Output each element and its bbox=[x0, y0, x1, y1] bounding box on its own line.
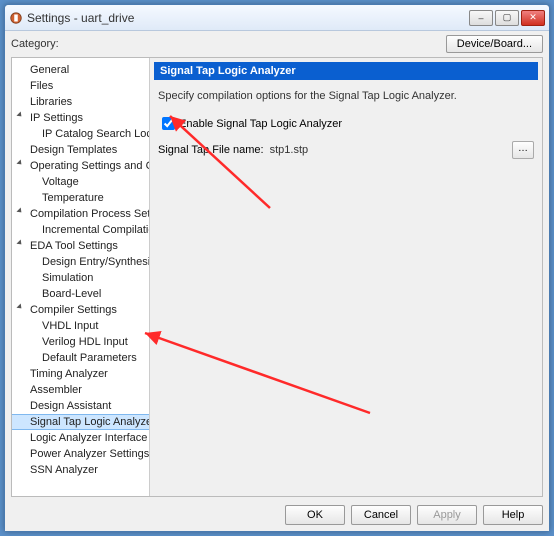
tree-item-label: VHDL Input bbox=[42, 320, 98, 332]
tree-item-label: Libraries bbox=[30, 96, 72, 108]
tree-item-label: Compiler Settings bbox=[30, 304, 117, 316]
tree-item[interactable]: Incremental Compilation bbox=[12, 222, 149, 238]
enable-signaltap-checkbox[interactable] bbox=[162, 117, 175, 130]
tree-item[interactable]: Operating Settings and Conditions bbox=[12, 158, 149, 174]
window-title: Settings - uart_drive bbox=[27, 11, 467, 25]
button-bar: OK Cancel Apply Help bbox=[11, 497, 543, 525]
expand-icon[interactable] bbox=[16, 111, 23, 118]
tree-item-label: Files bbox=[30, 80, 53, 92]
section-description: Specify compilation options for the Sign… bbox=[154, 80, 538, 112]
tree-item[interactable]: IP Catalog Search Locations bbox=[12, 126, 149, 142]
tree-item[interactable]: Compilation Process Settings bbox=[12, 206, 149, 222]
tree-item-label: Temperature bbox=[42, 192, 104, 204]
tree-item-label: Design Templates bbox=[30, 144, 117, 156]
tree-item[interactable]: Power Analyzer Settings bbox=[12, 446, 149, 462]
enable-signaltap-label[interactable]: Enable Signal Tap Logic Analyzer bbox=[179, 118, 342, 130]
tree-item[interactable]: Assembler bbox=[12, 382, 149, 398]
tree-item[interactable]: Design Templates bbox=[12, 142, 149, 158]
content-area: Category: Device/Board... General Files Li… bbox=[5, 31, 549, 531]
file-name-label: Signal Tap File name: bbox=[158, 144, 264, 156]
settings-window: Settings - uart_drive – ▢ ✕ Category: De… bbox=[4, 4, 550, 532]
tree-item-label: Design Entry/Synthesis bbox=[42, 256, 150, 268]
tree-item[interactable]: Design Assistant bbox=[12, 398, 149, 414]
category-label: Category: bbox=[11, 38, 446, 50]
tree-item-label: Compilation Process Settings bbox=[30, 208, 150, 220]
annotation-arrow-to-tree-item bbox=[130, 318, 390, 438]
tree-item[interactable]: SSN Analyzer bbox=[12, 462, 149, 478]
tree-item-label: Signal Tap Logic Analyzer bbox=[30, 416, 150, 428]
tree-item[interactable]: Files bbox=[12, 78, 149, 94]
tree-item-label: Timing Analyzer bbox=[30, 368, 108, 380]
tree-item[interactable]: EDA Tool Settings bbox=[12, 238, 149, 254]
expand-icon[interactable] bbox=[16, 159, 23, 166]
tree-item[interactable]: Verilog HDL Input bbox=[12, 334, 149, 350]
tree-item-label: Board-Level bbox=[42, 288, 101, 300]
close-button[interactable]: ✕ bbox=[521, 10, 545, 26]
tree-item-label: Logic Analyzer Interface bbox=[30, 432, 147, 444]
tree-item-label: IP Settings bbox=[30, 112, 83, 124]
tree-item[interactable]: Logic Analyzer Interface bbox=[12, 430, 149, 446]
ok-button[interactable]: OK bbox=[285, 505, 345, 525]
cancel-button[interactable]: Cancel bbox=[351, 505, 411, 525]
minimize-button[interactable]: – bbox=[469, 10, 493, 26]
tree-item-label: Assembler bbox=[30, 384, 82, 396]
tree-item[interactable]: Default Parameters bbox=[12, 350, 149, 366]
tree-item-label: Incremental Compilation bbox=[42, 224, 150, 236]
tree-item-label: Simulation bbox=[42, 272, 93, 284]
expand-icon[interactable] bbox=[16, 207, 23, 214]
tree-item[interactable]: Compiler Settings bbox=[12, 302, 149, 318]
tree-item[interactable]: IP Settings bbox=[12, 110, 149, 126]
help-button[interactable]: Help bbox=[483, 505, 543, 525]
tree-item[interactable]: Design Entry/Synthesis bbox=[12, 254, 149, 270]
top-row: Category: Device/Board... bbox=[11, 33, 543, 57]
tree-item-label: Design Assistant bbox=[30, 400, 111, 412]
file-name-value: stp1.stp bbox=[270, 144, 506, 156]
tree-item[interactable]: Voltage bbox=[12, 174, 149, 190]
tree-item[interactable]: VHDL Input bbox=[12, 318, 149, 334]
tree-item-label: IP Catalog Search Locations bbox=[42, 128, 150, 140]
tree-item[interactable]: Timing Analyzer bbox=[12, 366, 149, 382]
tree-item-label: SSN Analyzer bbox=[30, 464, 98, 476]
tree-item-label: General bbox=[30, 64, 69, 76]
expand-icon[interactable] bbox=[16, 239, 23, 246]
expand-icon[interactable] bbox=[16, 303, 23, 310]
tree-item[interactable]: Board-Level bbox=[12, 286, 149, 302]
split-pane: General Files Libraries IP Settings IP Catal… bbox=[11, 57, 543, 497]
tree-item-label: Operating Settings and Conditions bbox=[30, 160, 150, 172]
right-pane: Signal Tap Logic Analyzer Specify compil… bbox=[150, 58, 542, 496]
tree-item[interactable]: Libraries bbox=[12, 94, 149, 110]
tree-item-label: Verilog HDL Input bbox=[42, 336, 128, 348]
browse-button[interactable]: … bbox=[512, 141, 534, 159]
tree-item[interactable]: Simulation bbox=[12, 270, 149, 286]
tree-item-label: Default Parameters bbox=[42, 352, 137, 364]
tree-item[interactable]: Temperature bbox=[12, 190, 149, 206]
section-header: Signal Tap Logic Analyzer bbox=[154, 62, 538, 80]
tree-item-label: Power Analyzer Settings bbox=[30, 448, 149, 460]
tree-item[interactable]: General bbox=[12, 62, 149, 78]
app-icon bbox=[9, 11, 23, 25]
titlebar: Settings - uart_drive – ▢ ✕ bbox=[5, 5, 549, 31]
maximize-button[interactable]: ▢ bbox=[495, 10, 519, 26]
apply-button[interactable]: Apply bbox=[417, 505, 477, 525]
tree-item-label: Voltage bbox=[42, 176, 79, 188]
device-board-button[interactable]: Device/Board... bbox=[446, 35, 543, 53]
tree-item-label: EDA Tool Settings bbox=[30, 240, 118, 252]
file-row: Signal Tap File name: stp1.stp … bbox=[154, 139, 538, 161]
tree-item[interactable]: Signal Tap Logic Analyzer bbox=[12, 414, 149, 430]
category-tree[interactable]: General Files Libraries IP Settings IP Catal… bbox=[12, 58, 150, 496]
enable-row: Enable Signal Tap Logic Analyzer bbox=[154, 112, 538, 139]
